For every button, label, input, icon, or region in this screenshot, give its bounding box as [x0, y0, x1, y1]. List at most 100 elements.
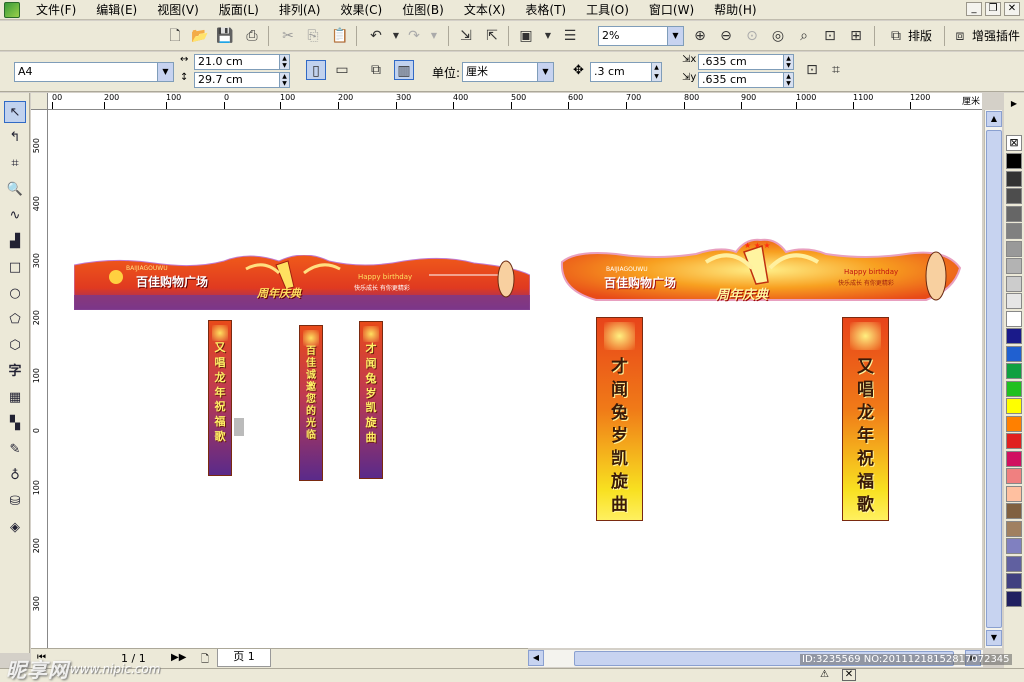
- redo-icon[interactable]: ↷: [404, 26, 424, 46]
- dup-x-spinner[interactable]: ▲ ▼: [783, 55, 793, 69]
- chevron-down-icon[interactable]: ▼: [537, 63, 553, 81]
- color-swatch[interactable]: [1006, 520, 1022, 537]
- minimize-button[interactable]: _: [966, 2, 982, 16]
- menu-layout[interactable]: 版面(L): [209, 0, 269, 20]
- new-document-icon[interactable]: 🗋: [165, 26, 185, 46]
- zoom-in-icon[interactable]: ⊕: [690, 26, 710, 46]
- menu-tools[interactable]: 工具(O): [576, 0, 639, 20]
- no-fill-swatch[interactable]: ⊠: [1006, 135, 1022, 151]
- dup-y-spinner[interactable]: ▲ ▼: [783, 73, 793, 87]
- zoom-all-objects-icon[interactable]: ◎: [768, 26, 788, 46]
- menu-help[interactable]: 帮助(H): [704, 0, 766, 20]
- export-icon[interactable]: ⇱: [482, 26, 502, 46]
- save-icon[interactable]: 💾: [215, 26, 235, 46]
- chevron-down-icon[interactable]: ▼: [157, 63, 173, 81]
- zoom-level-select[interactable]: 2% ▼: [598, 26, 684, 46]
- banner-yellow[interactable]: ★ ★ ★ BAIJIAGOUWU 百佳购物广场 周年庆典 Happy birt…: [556, 238, 962, 314]
- scroll-left-icon[interactable]: ◀: [528, 650, 544, 666]
- page-height-field[interactable]: 29.7 cm ▲ ▼: [194, 72, 290, 88]
- plugin-icon[interactable]: ⧈: [950, 26, 970, 46]
- nudge-distance-field[interactable]: .3 cm ▲ ▼: [590, 62, 662, 82]
- menu-file[interactable]: 文件(F): [26, 0, 86, 20]
- fill-bucket-icon[interactable]: ⛁: [4, 491, 26, 513]
- duplicate-x-field[interactable]: .635 cm ▲ ▼: [698, 54, 794, 70]
- color-swatch[interactable]: [1006, 188, 1022, 204]
- outline-pen-icon[interactable]: ♁: [4, 465, 26, 487]
- strip-purple-1[interactable]: 又唱龙年祝福歌: [208, 320, 232, 476]
- vertical-scrollbar[interactable]: ▲ ▼: [984, 110, 1002, 648]
- color-swatch[interactable]: [1006, 328, 1022, 344]
- zoom-page-width-icon[interactable]: ⊡: [820, 26, 840, 46]
- scroll-down-icon[interactable]: ▼: [986, 630, 1002, 646]
- color-swatch[interactable]: [1006, 398, 1022, 414]
- height-spinner[interactable]: ▲ ▼: [279, 73, 289, 87]
- color-swatch[interactable]: [1006, 415, 1022, 432]
- color-swatch[interactable]: [1006, 293, 1022, 309]
- nudge-spinner[interactable]: ▲ ▼: [651, 63, 661, 81]
- freehand-tool-icon[interactable]: ∿: [4, 205, 26, 227]
- undo-dropdown-icon[interactable]: ▼: [386, 26, 406, 46]
- plugin-button[interactable]: 增强插件: [972, 26, 1020, 46]
- print-icon[interactable]: ⎙: [242, 26, 262, 46]
- color-swatch[interactable]: [1006, 258, 1022, 274]
- ruler-origin[interactable]: [31, 93, 48, 110]
- color-swatch[interactable]: [1006, 205, 1022, 222]
- zoom-page-icon[interactable]: ⌕: [794, 26, 814, 46]
- drawing-canvas[interactable]: BAIJIAGOUWU 百佳购物广场 周年庆典 Happy birthday 快…: [48, 110, 982, 648]
- color-swatch[interactable]: [1006, 240, 1022, 257]
- chevron-down-icon[interactable]: ▼: [667, 27, 683, 45]
- menu-arrange[interactable]: 排列(A): [269, 0, 331, 20]
- page-width-field[interactable]: 21.0 cm ▲ ▼: [194, 54, 290, 70]
- close-button[interactable]: ✕: [1004, 2, 1020, 16]
- current-page-icon[interactable]: ▥: [394, 60, 414, 80]
- add-page-icon[interactable]: 🗋: [201, 652, 209, 669]
- color-swatch[interactable]: [1006, 345, 1022, 362]
- palette-scroll-up-icon[interactable]: ▶: [1006, 97, 1022, 111]
- strip-purple-2[interactable]: 百佳诚邀您的光临: [299, 325, 323, 481]
- color-swatch[interactable]: [1006, 503, 1022, 519]
- crop-tool-icon[interactable]: ⌗: [4, 153, 26, 175]
- color-swatch[interactable]: [1006, 485, 1022, 502]
- open-folder-icon[interactable]: 📂: [190, 26, 210, 46]
- cut-icon[interactable]: ✂: [278, 26, 298, 46]
- layout-icon[interactable]: ⧉: [886, 26, 906, 46]
- menu-window[interactable]: 窗口(W): [639, 0, 704, 20]
- all-pages-icon[interactable]: ⧉: [366, 60, 386, 80]
- undo-icon[interactable]: ↶: [366, 26, 386, 46]
- layout-button[interactable]: 排版: [908, 26, 932, 46]
- color-swatch[interactable]: [1006, 153, 1022, 169]
- strip-purple-3[interactable]: 才闻兔岁凯旋曲: [359, 321, 383, 479]
- color-swatch[interactable]: [1006, 450, 1022, 467]
- color-swatch[interactable]: [1006, 538, 1022, 554]
- next-page-icon[interactable]: ▶▶: [171, 652, 186, 663]
- menu-table[interactable]: 表格(T): [515, 0, 576, 20]
- banner-purple[interactable]: BAIJIAGOUWU 百佳购物广场 周年庆典 Happy birthday 快…: [73, 254, 531, 311]
- duplicate-y-field[interactable]: .635 cm ▲ ▼: [698, 72, 794, 88]
- text-tool-icon[interactable]: 字: [4, 361, 26, 383]
- zoom-tool-icon[interactable]: 🔍: [4, 179, 26, 201]
- color-swatch[interactable]: [1006, 590, 1022, 607]
- horizontal-ruler[interactable]: 00 200 100 0 100 200 300 400 500 600 700…: [48, 93, 982, 110]
- interactive-blend-icon[interactable]: ▚: [4, 413, 26, 435]
- width-spinner[interactable]: ▲ ▼: [279, 55, 289, 69]
- zoom-page-height-icon[interactable]: ⊞: [846, 26, 866, 46]
- welcome-screen-icon[interactable]: ☰: [560, 26, 580, 46]
- color-swatch[interactable]: [1006, 223, 1022, 239]
- scroll-up-icon[interactable]: ▲: [986, 111, 1002, 127]
- menu-effects[interactable]: 效果(C): [330, 0, 392, 20]
- landscape-icon[interactable]: ▭: [332, 60, 352, 80]
- restore-button[interactable]: ❐: [985, 2, 1001, 16]
- menu-text[interactable]: 文本(X): [454, 0, 516, 20]
- units-select[interactable]: 厘米 ▼: [462, 62, 554, 82]
- menu-view[interactable]: 视图(V): [147, 0, 209, 20]
- redo-dropdown-icon[interactable]: ▼: [424, 26, 444, 46]
- color-swatch[interactable]: [1006, 363, 1022, 379]
- selection-handle[interactable]: [234, 418, 244, 436]
- rectangle-tool-icon[interactable]: □: [4, 257, 26, 279]
- smart-fill-icon[interactable]: ▟: [4, 231, 26, 253]
- pick-tool-icon[interactable]: ↖: [4, 101, 26, 123]
- vertical-scroll-thumb[interactable]: [986, 130, 1002, 628]
- interactive-fill-icon[interactable]: ◈: [4, 517, 26, 539]
- launcher-dropdown-icon[interactable]: ▼: [538, 26, 558, 46]
- color-swatch[interactable]: [1006, 380, 1022, 397]
